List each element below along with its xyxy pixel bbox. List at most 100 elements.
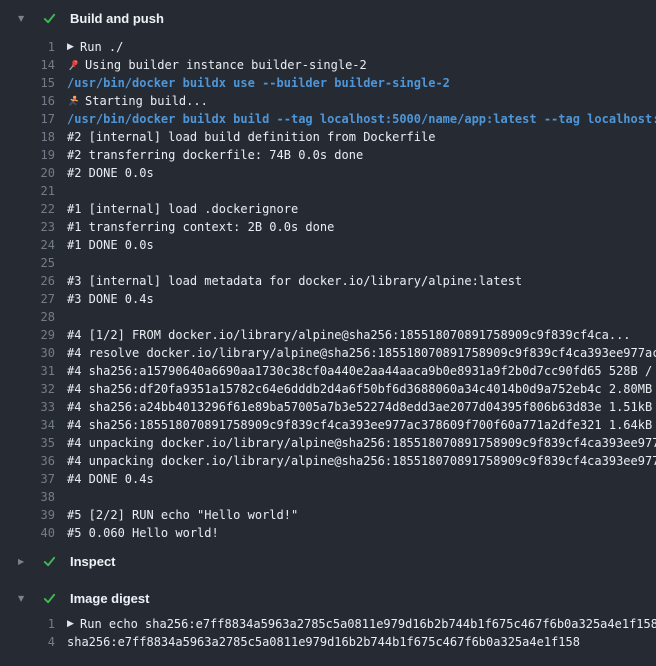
log-line: 29 #4 [1/2] FROM docker.io/library/alpine… bbox=[0, 326, 656, 344]
expand-group-play-icon[interactable]: ▶ bbox=[67, 619, 80, 629]
log-text: /usr/bin/docker buildx use --builder bui… bbox=[67, 76, 450, 90]
log-text: ▶Run echo sha256:e7ff8834a5963a2785c5a08… bbox=[67, 617, 656, 631]
log-text: #4 resolve docker.io/library/alpine@sha2… bbox=[67, 346, 656, 360]
log-text-content: #4 sha256:a24bb4013296f61e89ba57005a7b3e… bbox=[67, 400, 656, 414]
log-line: 26 #3 [internal] load metadata for docker… bbox=[0, 272, 656, 290]
pushpin-icon bbox=[67, 59, 80, 72]
log-line: 14 Using builder instance builder-single-… bbox=[0, 56, 656, 74]
log-text-content: #3 [internal] load metadata for docker.i… bbox=[67, 274, 522, 288]
log-text-content: #4 sha256:185518070891758909c9f839cf4ca3… bbox=[67, 418, 656, 432]
line-number[interactable]: 40 bbox=[0, 526, 55, 540]
log-line: 23 #1 transferring context: 2B 0.0s done bbox=[0, 218, 656, 236]
line-number[interactable]: 27 bbox=[0, 292, 55, 306]
line-number[interactable]: 1 bbox=[0, 40, 55, 54]
line-number[interactable]: 1 bbox=[0, 617, 55, 631]
log-text-content: #3 DONE 0.4s bbox=[67, 292, 154, 306]
log-text: Using builder instance builder-single-2 bbox=[67, 58, 367, 72]
line-number[interactable]: 20 bbox=[0, 166, 55, 180]
line-number[interactable]: 26 bbox=[0, 274, 55, 288]
line-number[interactable]: 25 bbox=[0, 256, 55, 270]
line-number[interactable]: 33 bbox=[0, 400, 55, 414]
log-text-content: #2 transferring dockerfile: 74B 0.0s don… bbox=[67, 148, 363, 162]
workflow-log: ▼ Build and push 1▶Run ./14Using builder… bbox=[0, 8, 656, 651]
log-line: 15/usr/bin/docker buildx use --builder b… bbox=[0, 74, 656, 92]
line-number[interactable]: 14 bbox=[0, 58, 55, 72]
line-number[interactable]: 36 bbox=[0, 454, 55, 468]
chevron-down-icon: ▼ bbox=[18, 594, 30, 603]
line-number[interactable]: 15 bbox=[0, 76, 55, 90]
line-number[interactable]: 24 bbox=[0, 238, 55, 252]
log-text: #3 [internal] load metadata for docker.i… bbox=[67, 274, 522, 288]
line-number[interactable]: 34 bbox=[0, 418, 55, 432]
log-text-content: Run echo sha256:e7ff8834a5963a2785c5a081… bbox=[80, 617, 656, 631]
log-text-content: /usr/bin/docker buildx use --builder bui… bbox=[67, 76, 450, 90]
expand-group-play-icon[interactable]: ▶ bbox=[67, 42, 80, 52]
log-text: #4 [1/2] FROM docker.io/library/alpine@s… bbox=[67, 328, 631, 342]
log-text-content: #1 transferring context: 2B 0.0s done bbox=[67, 220, 334, 234]
log-text-content: Using builder instance builder-single-2 bbox=[85, 58, 367, 72]
log-text-content: #4 DONE 0.4s bbox=[67, 472, 154, 486]
log-text-content: #4 sha256:a15790640a6690aa1730c38cf0a440… bbox=[67, 364, 656, 378]
line-number[interactable]: 32 bbox=[0, 382, 55, 396]
line-number[interactable]: 35 bbox=[0, 436, 55, 450]
log-text: #2 [internal] load build definition from… bbox=[67, 130, 435, 144]
log-text-content: #5 0.060 Hello world! bbox=[67, 526, 219, 540]
log-text: #4 DONE 0.4s bbox=[67, 472, 154, 486]
log-line: 27 #3 DONE 0.4s bbox=[0, 290, 656, 308]
section-header-inspect[interactable]: ▶ Inspect bbox=[0, 551, 656, 571]
success-check-icon bbox=[42, 591, 58, 606]
log-line: 18 #2 [internal] load build definition fr… bbox=[0, 128, 656, 146]
log-line: 33 #4 sha256:a24bb4013296f61e89ba57005a7b… bbox=[0, 398, 656, 416]
line-number[interactable]: 19 bbox=[0, 148, 55, 162]
log-section-inspect: ▶ Inspect bbox=[0, 551, 656, 571]
log-text-content: #4 [1/2] FROM docker.io/library/alpine@s… bbox=[67, 328, 631, 342]
log-text-content: #4 unpacking docker.io/library/alpine@sh… bbox=[67, 454, 656, 468]
section-header-build-and-push[interactable]: ▼ Build and push bbox=[0, 8, 656, 28]
log-text: #4 unpacking docker.io/library/alpine@sh… bbox=[67, 436, 656, 450]
log-text: #4 sha256:a15790640a6690aa1730c38cf0a440… bbox=[67, 364, 656, 378]
line-number[interactable]: 38 bbox=[0, 490, 55, 504]
log-text: #3 DONE 0.4s bbox=[67, 292, 154, 306]
log-text-content: #1 [internal] load .dockerignore bbox=[67, 202, 298, 216]
log-text-content: #5 [2/2] RUN echo "Hello world!" bbox=[67, 508, 298, 522]
log-line: 37 #4 DONE 0.4s bbox=[0, 470, 656, 488]
log-line: 4 sha256:e7ff8834a5963a2785c5a0811e979d16… bbox=[0, 633, 656, 651]
line-number[interactable]: 18 bbox=[0, 130, 55, 144]
line-number[interactable]: 23 bbox=[0, 220, 55, 234]
line-number[interactable]: 21 bbox=[0, 184, 55, 198]
log-line: 1 ▶Run ./ bbox=[0, 38, 656, 56]
line-number[interactable]: 39 bbox=[0, 508, 55, 522]
log-text: Starting build... bbox=[67, 94, 208, 108]
line-number[interactable]: 16 bbox=[0, 94, 55, 108]
section-header-image-digest[interactable]: ▼ Image digest bbox=[0, 588, 656, 608]
line-number[interactable]: 4 bbox=[0, 635, 55, 649]
success-check-icon bbox=[42, 554, 58, 569]
log-line: 24#1 DONE 0.0s bbox=[0, 236, 656, 254]
line-number[interactable]: 17 bbox=[0, 112, 55, 126]
log-line: 40 #5 0.060 Hello world! bbox=[0, 524, 656, 542]
log-text: #1 transferring context: 2B 0.0s done bbox=[67, 220, 334, 234]
line-number[interactable]: 29 bbox=[0, 328, 55, 342]
log-line: 21 bbox=[0, 182, 656, 200]
line-number[interactable]: 28 bbox=[0, 310, 55, 324]
log-line: 1 ▶Run echo sha256:e7ff8834a5963a2785c5a0… bbox=[0, 615, 656, 633]
log-section-build-and-push: ▼ Build and push 1 ▶Run ./ 14 Using builder… bbox=[0, 8, 656, 542]
line-number[interactable]: 30 bbox=[0, 346, 55, 360]
log-text: #2 transferring dockerfile: 74B 0.0s don… bbox=[67, 148, 363, 162]
log-text-content: #4 sha256:df20fa9351a15782c64e6dddb2d4a6… bbox=[67, 382, 656, 396]
log-text-content: /usr/bin/docker buildx build --tag local… bbox=[67, 112, 656, 126]
log-line: 17/usr/bin/docker buildx build --tag loc… bbox=[0, 110, 656, 128]
line-number[interactable]: 37 bbox=[0, 472, 55, 486]
log-line: 16 Starting build... bbox=[0, 92, 656, 110]
log-section-image-digest: ▼ Image digest 1 ▶Run echo sha256:e7ff883… bbox=[0, 588, 656, 651]
line-number[interactable]: 31 bbox=[0, 364, 55, 378]
line-number[interactable]: 22 bbox=[0, 202, 55, 216]
log-text: #4 sha256:df20fa9351a15782c64e6dddb2d4a6… bbox=[67, 382, 656, 396]
log-text: sha256:e7ff8834a5963a2785c5a0811e979d16b… bbox=[67, 635, 580, 649]
log-text-content: #2 DONE 0.0s bbox=[67, 166, 154, 180]
log-text: ▶Run ./ bbox=[67, 40, 123, 54]
log-text-content: Run ./ bbox=[80, 40, 123, 54]
chevron-right-icon: ▶ bbox=[18, 557, 30, 566]
log-line: 25 bbox=[0, 254, 656, 272]
log-text: #5 [2/2] RUN echo "Hello world!" bbox=[67, 508, 298, 522]
